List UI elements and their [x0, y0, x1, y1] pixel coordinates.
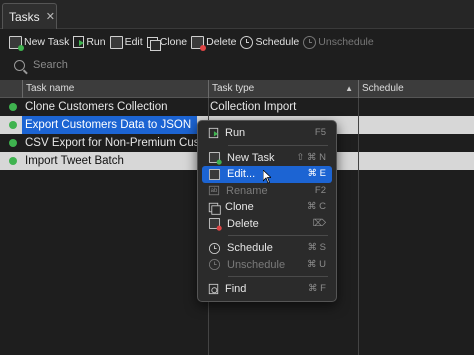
menu-item-find[interactable]: Find ⌘ F [198, 281, 336, 298]
search-bar [0, 54, 474, 76]
edit-icon [208, 168, 221, 180]
menu-item-label: New Task [227, 151, 275, 164]
new-task-icon [9, 35, 24, 51]
run-icon [208, 128, 219, 139]
menu-item-label: Schedule [227, 242, 273, 255]
status-active-icon [9, 121, 17, 129]
task-type-cell: Collection Import [210, 101, 297, 113]
delete-icon [191, 35, 207, 51]
clone-icon [146, 36, 161, 51]
close-icon[interactable]: ✕ [46, 10, 55, 23]
status-active-icon [9, 139, 17, 147]
clock-disabled-icon [303, 35, 317, 49]
status-cell [0, 152, 22, 170]
run-button[interactable]: Run [73, 32, 106, 52]
tab-bar: Tasks ✕ [0, 0, 474, 29]
status-cell [0, 116, 22, 134]
edit-label: Edit [124, 36, 143, 48]
menu-item-label: Clone [225, 201, 254, 214]
status-cell [0, 98, 22, 116]
shortcut-label: F2 [314, 184, 326, 196]
menu-item-label: Delete [227, 217, 259, 230]
menu-item-label: Rename [226, 184, 268, 197]
schedule-label: Schedule [255, 36, 300, 48]
clone-icon [208, 202, 221, 215]
sort-ascending-icon: ▲ [345, 84, 353, 93]
menu-item-label: Find [225, 283, 247, 296]
menu-item-rename[interactable]: ab Rename F2 [198, 183, 336, 200]
tab-tasks[interactable]: Tasks ✕ [2, 3, 57, 29]
task-type-header-label: Task type [212, 83, 255, 94]
shortcut-label: ⌘ F [308, 283, 326, 294]
find-icon [208, 284, 219, 295]
column-header-task-type[interactable]: Task type ▲ [208, 80, 358, 98]
new-task-icon [208, 152, 222, 165]
menu-item-new-task[interactable]: New Task ⇧ ⌘ N [198, 150, 336, 167]
edit-button[interactable]: Edit [109, 32, 143, 52]
rename-icon: ab [208, 186, 220, 196]
column-header-schedule[interactable]: Schedule [358, 80, 474, 98]
shortcut-label: ⌘ C [307, 201, 326, 212]
mouse-cursor-icon [263, 170, 271, 184]
menu-separator [228, 235, 328, 236]
schedule-button[interactable]: Schedule [240, 32, 299, 52]
status-active-icon [9, 157, 17, 165]
clone-button[interactable]: Clone [146, 32, 188, 52]
menu-item-schedule[interactable]: Schedule ⌘ S [198, 240, 336, 257]
shortcut-label: ⌘ U [307, 258, 326, 270]
task-name-cell: Import Tweet Batch [25, 155, 124, 167]
shortcut-label: ⌘ E [307, 168, 326, 179]
delete-button[interactable]: Delete [191, 32, 236, 52]
task-name-cell: CSV Export for Non-Premium Customers [25, 137, 197, 149]
new-task-button[interactable]: New Task [9, 32, 69, 52]
search-icon [14, 59, 25, 71]
menu-item-label: Unschedule [227, 258, 286, 271]
clone-label: Clone [159, 36, 188, 48]
clock-icon [208, 242, 221, 254]
shortcut-label: F5 [314, 127, 326, 138]
column-header-task-name[interactable]: Task name [22, 80, 208, 98]
menu-item-delete[interactable]: Delete ⌦ [198, 216, 336, 233]
unschedule-button[interactable]: Unschedule [303, 32, 374, 52]
task-name-cell: Clone Customers Collection [25, 101, 168, 113]
menu-item-clone[interactable]: Clone ⌘ C [198, 199, 336, 216]
search-input[interactable] [33, 59, 233, 71]
table-header: Task name Task type ▲ Schedule [0, 80, 474, 98]
toolbar: New Task Run Edit Clone Delete Schedule … [0, 30, 474, 54]
status-active-icon [9, 103, 17, 111]
status-column-header[interactable] [0, 80, 22, 98]
clock-icon [240, 35, 254, 49]
menu-item-label: Edit... [227, 168, 256, 181]
shortcut-label: ⌦ [312, 217, 326, 229]
context-menu: Run F5 New Task ⇧ ⌘ N Edit... ⌘ E ab Ren… [197, 120, 337, 302]
shortcut-label: ⇧ ⌘ N [296, 151, 326, 163]
table-row[interactable]: Clone Customers Collection Collection Im… [0, 98, 474, 116]
tab-label: Tasks [9, 9, 40, 24]
delete-icon [208, 218, 222, 231]
menu-separator [228, 276, 328, 277]
schedule-cell [358, 116, 474, 134]
unschedule-label: Unschedule [318, 36, 374, 48]
new-task-label: New Task [24, 36, 70, 48]
clock-disabled-icon [208, 259, 221, 271]
run-icon [73, 36, 85, 48]
column-divider [358, 98, 359, 355]
menu-item-run[interactable]: Run F5 [198, 125, 336, 142]
delete-label: Delete [206, 36, 237, 48]
menu-separator [228, 144, 328, 146]
shortcut-label: ⌘ S [307, 242, 326, 253]
run-label: Run [86, 36, 106, 48]
status-cell [0, 134, 22, 152]
task-name-cell: Export Customers Data to JSON [25, 119, 192, 131]
edit-icon [109, 35, 123, 49]
menu-item-label: Run [225, 127, 246, 140]
menu-item-unschedule[interactable]: Unschedule ⌘ U [198, 257, 336, 274]
